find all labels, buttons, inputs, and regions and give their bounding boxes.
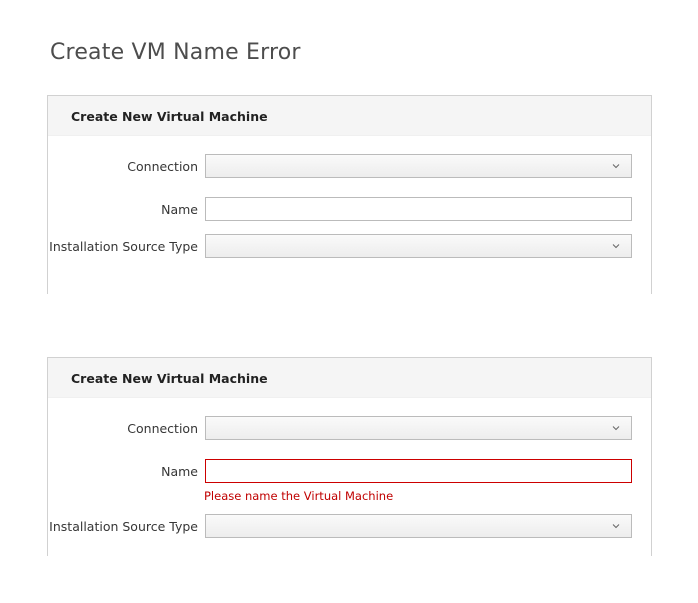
source-type-select[interactable] (205, 234, 632, 258)
panel-title: Create New Virtual Machine (71, 371, 268, 386)
source-type-select[interactable] (205, 514, 632, 538)
source-type-label: Installation Source Type (49, 519, 198, 534)
name-label: Name (161, 202, 198, 217)
chevron-down-icon (612, 244, 620, 249)
source-type-row: Installation Source Type (48, 514, 651, 540)
connection-label: Connection (127, 159, 198, 174)
panel-header: Create New Virtual Machine (48, 358, 651, 398)
connection-select[interactable] (205, 416, 632, 440)
connection-row: Connection (48, 154, 651, 180)
name-input[interactable] (205, 197, 632, 221)
chevron-down-icon (612, 524, 620, 529)
connection-select[interactable] (205, 154, 632, 178)
source-type-label: Installation Source Type (49, 239, 198, 254)
page-title: Create VM Name Error (50, 40, 301, 65)
name-row: Name Please name the Virtual Machine (48, 459, 651, 509)
connection-row: Connection (48, 416, 651, 442)
name-row: Name (48, 197, 651, 223)
chevron-down-icon (612, 426, 620, 431)
name-label: Name (161, 464, 198, 479)
name-error-message: Please name the Virtual Machine (204, 489, 394, 503)
panel-header: Create New Virtual Machine (48, 96, 651, 136)
source-type-row: Installation Source Type (48, 234, 651, 260)
create-vm-panel-error: Create New Virtual Machine Connection Na… (47, 357, 652, 556)
chevron-down-icon (612, 164, 620, 169)
create-vm-panel: Create New Virtual Machine Connection Na… (47, 95, 652, 294)
connection-label: Connection (127, 421, 198, 436)
name-input[interactable] (205, 459, 632, 483)
panel-title: Create New Virtual Machine (71, 109, 268, 124)
